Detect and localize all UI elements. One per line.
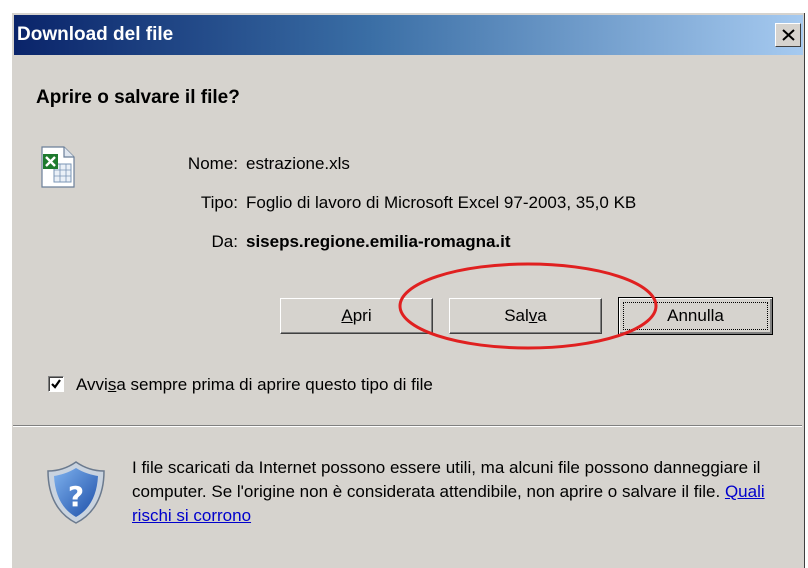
cancel-button-label: Annulla	[667, 306, 724, 325]
save-button-label-post: a	[537, 306, 547, 325]
file-name-value: estrazione.xls	[246, 154, 350, 173]
close-icon	[782, 29, 795, 41]
file-name-label: Nome:	[187, 154, 238, 173]
excel-file-icon	[41, 146, 75, 188]
cancel-button[interactable]: Annulla	[618, 297, 773, 335]
shield-question-icon: ?	[47, 461, 105, 524]
always-ask-label-post: a sempre prima di aprire questo tipo di …	[116, 375, 433, 394]
checkmark-icon	[51, 379, 61, 389]
always-ask-label[interactable]: Avvisa sempre prima di aprire questo tip…	[76, 375, 433, 395]
title-bar[interactable]: Download del file	[14, 15, 803, 55]
svg-text:?: ?	[68, 480, 84, 513]
always-ask-checkbox[interactable]	[48, 376, 64, 392]
save-button-label-pre: Sal	[504, 306, 529, 325]
file-type-label: Tipo:	[200, 193, 238, 212]
warning-text: I file scaricati da Internet possono ess…	[132, 458, 761, 501]
open-button-accesskey: A	[341, 306, 353, 325]
close-button[interactable]	[775, 23, 801, 47]
save-button[interactable]: Salva	[449, 298, 602, 334]
file-source-label: Da:	[211, 232, 238, 251]
open-button-label-post: pri	[352, 306, 372, 325]
dialog-heading: Aprire o salvare il file?	[36, 87, 240, 108]
always-ask-label-pre: Avvi	[76, 375, 108, 394]
file-type-value: Foglio di lavoro di Microsoft Excel 97-2…	[246, 193, 637, 212]
separator	[13, 425, 802, 427]
window-title: Download del file	[17, 24, 174, 45]
security-warning: I file scaricati da Internet possono ess…	[132, 456, 772, 528]
open-button[interactable]: Apri	[280, 298, 433, 334]
file-source-value: siseps.regione.emilia-romagna.it	[246, 232, 511, 251]
